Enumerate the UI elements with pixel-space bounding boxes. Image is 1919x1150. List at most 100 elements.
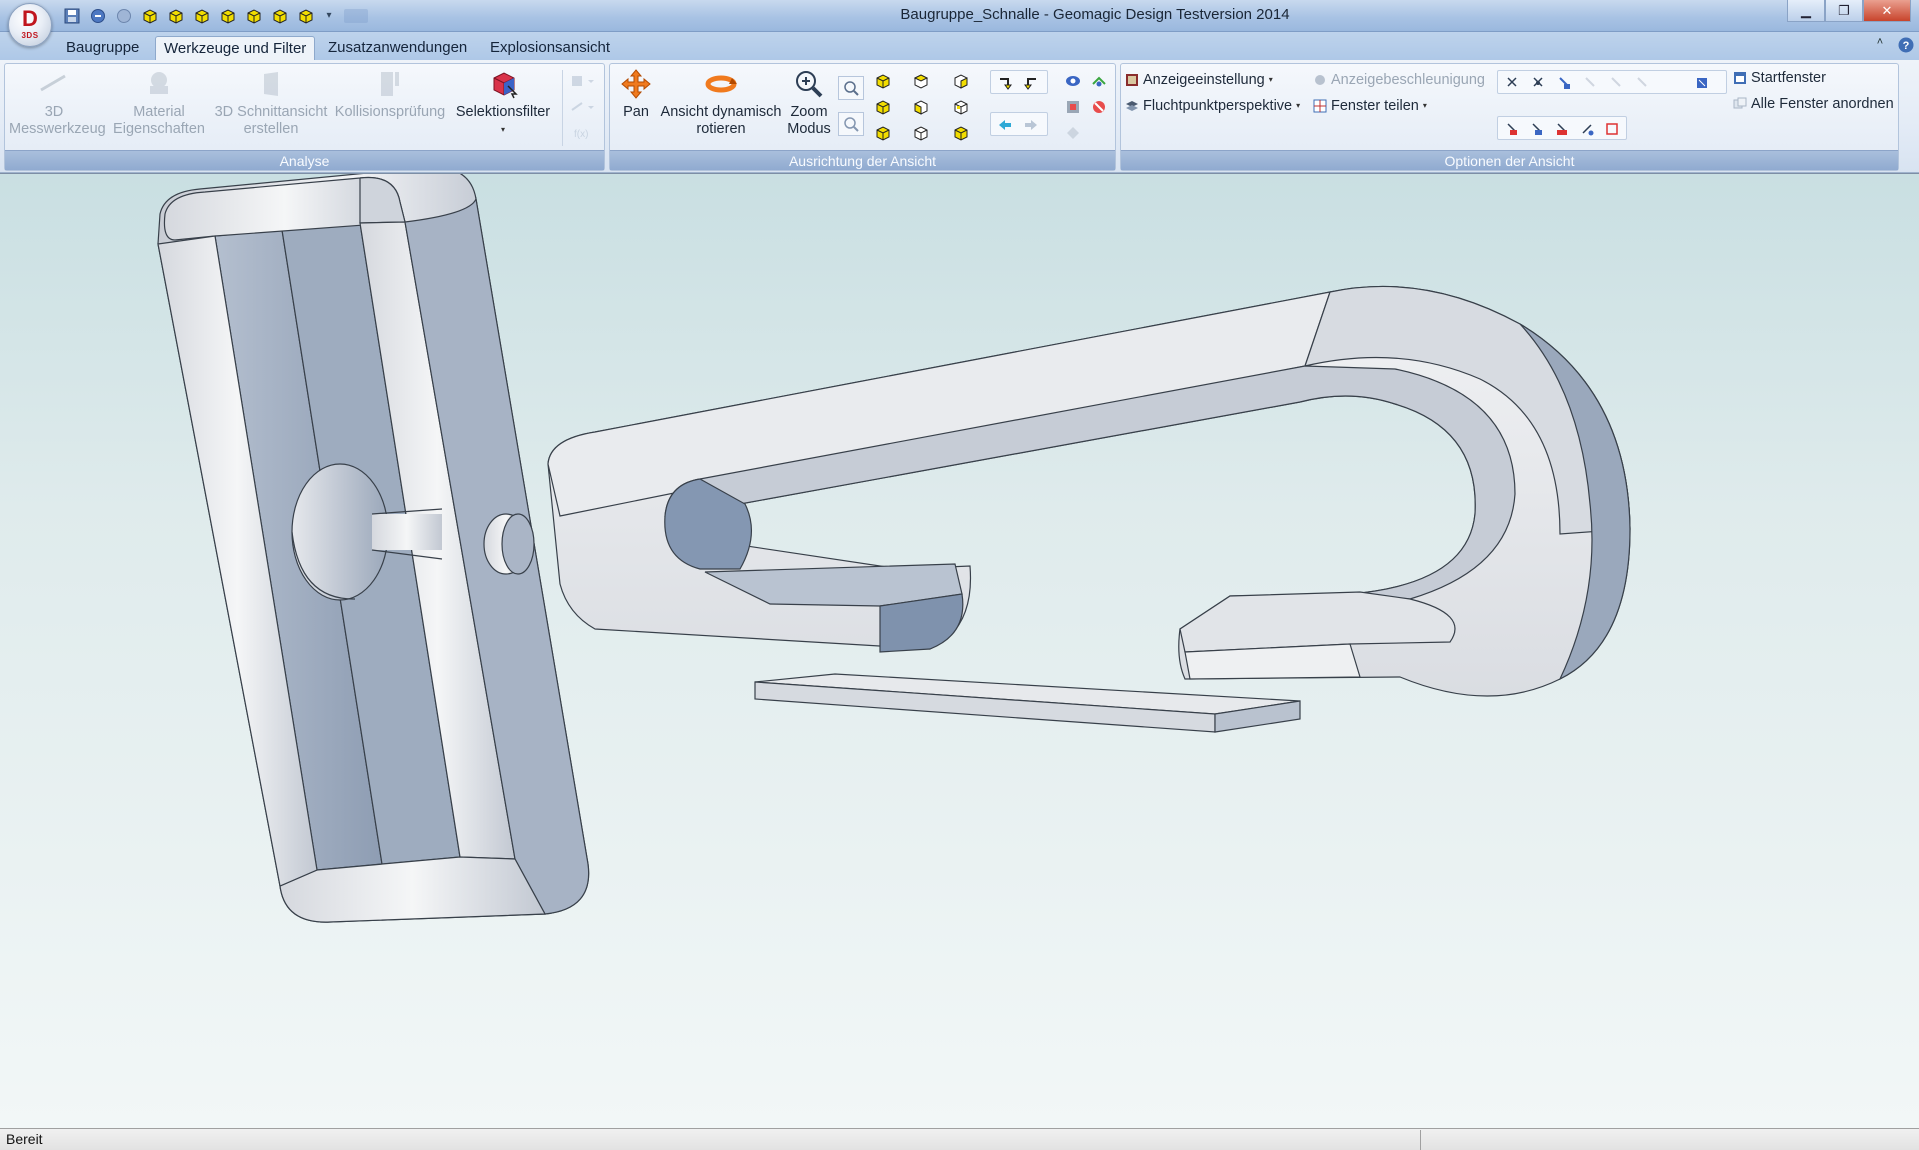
cursor-disabled-icon-2[interactable] — [1605, 72, 1627, 94]
app-logo-letter: D — [22, 6, 38, 31]
rotate-left-icon[interactable] — [994, 72, 1016, 94]
rotate-label-2: rotieren — [696, 121, 746, 137]
pan-label: Pan — [623, 104, 649, 120]
measure-icon — [40, 74, 66, 92]
acceleration-label: Anzeigebeschleunigung — [1331, 72, 1485, 88]
start-window-button[interactable]: Startfenster — [1733, 68, 1826, 88]
view-cube-icon[interactable] — [140, 6, 160, 26]
selection-filter-dropdown[interactable]: ▾ — [451, 121, 555, 138]
dynamic-rotate-button[interactable]: Ansicht dynamisch rotieren — [656, 66, 786, 150]
split-window-button[interactable]: Fenster teilen ▾ — [1313, 96, 1427, 116]
qat-more-dropdown[interactable]: ▾ — [322, 6, 336, 26]
blue-tool-icon[interactable] — [1526, 118, 1547, 140]
view-cube-icon[interactable] — [218, 6, 238, 26]
filter-small-icon-3[interactable]: f(x) — [567, 122, 599, 144]
show-hide-icon[interactable] — [1062, 70, 1084, 92]
ribbon-minimize-button[interactable]: ˄ — [1872, 36, 1888, 52]
zoom-window-icon[interactable] — [838, 76, 864, 100]
selection-filter-button[interactable]: Selektionsfilter ▾ — [451, 66, 555, 150]
perspective-label: Fluchtpunktperspektive — [1143, 98, 1293, 114]
window-controls: ▁ ❐ ✕ — [1787, 0, 1911, 22]
cursor-disabled-icon-3[interactable] — [1631, 72, 1653, 94]
arrange-windows-icon — [1733, 97, 1747, 109]
view-trimetric-icon[interactable] — [950, 122, 972, 144]
view-right-icon[interactable] — [950, 70, 972, 92]
perspective-button[interactable]: Fluchtpunktperspektive ▾ — [1125, 96, 1300, 116]
3d-scene[interactable] — [0, 174, 1919, 1129]
application-menu-button[interactable]: D 3DS — [8, 3, 52, 47]
display-settings-icon — [1126, 74, 1138, 86]
group-label-analyse: Analyse — [5, 150, 604, 170]
buckle-clip-part[interactable] — [547, 285, 1631, 697]
status-text: Bereit — [6, 1131, 43, 1147]
blue-cursor-icon[interactable] — [1553, 72, 1575, 94]
redo-icon[interactable] — [114, 6, 134, 26]
measure-label-1: 3D — [44, 104, 64, 120]
3d-viewport[interactable] — [0, 173, 1919, 1128]
view-iso-icon[interactable] — [872, 122, 894, 144]
display-settings-button[interactable]: Anzeigeeinstellung ▾ — [1125, 70, 1273, 90]
close-button[interactable]: ✕ — [1863, 0, 1911, 22]
measure-tool-button[interactable]: 3D Messwerkzeug — [9, 66, 106, 150]
next-view-icon[interactable] — [1020, 114, 1042, 136]
red-tool-icon-2[interactable] — [1551, 118, 1572, 140]
zoom-mode-button[interactable]: Zoom Modus — [784, 66, 834, 150]
buckle-frame-part[interactable] — [157, 174, 590, 923]
section-view-button[interactable]: 3D Schnittansicht erstellen — [211, 66, 331, 150]
section-view-label-2: erstellen — [243, 121, 299, 137]
view-cube-icon[interactable] — [270, 6, 290, 26]
zoom-fit-icon[interactable] — [838, 112, 864, 136]
cursor-disabled-icon-1[interactable] — [1579, 72, 1601, 94]
separator — [562, 70, 563, 146]
group-analyse: 3D Messwerkzeug Material Eigenschaften 3… — [4, 63, 605, 171]
rotate-arrows-strip — [990, 70, 1048, 94]
filter-small-icon-2[interactable] — [567, 96, 599, 118]
view-cube-icon[interactable] — [244, 6, 264, 26]
tab-baugruppe[interactable]: Baugruppe — [58, 36, 147, 60]
view-dimetric-icon[interactable] — [910, 122, 932, 144]
pan-button[interactable]: Pan — [614, 66, 658, 150]
group-label-ausrichtung: Ausrichtung der Ansicht — [610, 150, 1115, 170]
display-acceleration-button[interactable]: Anzeigebeschleunigung — [1313, 70, 1485, 90]
view-options-strip-2 — [1497, 116, 1627, 140]
material-properties-button[interactable]: Material Eigenschaften — [109, 66, 209, 150]
layers-icon[interactable] — [1062, 96, 1084, 118]
tab-werkzeuge-und-filter[interactable]: Werkzeuge und Filter — [155, 36, 316, 60]
split-window-label: Fenster teilen — [1331, 98, 1419, 114]
view-bottom-icon[interactable] — [910, 96, 932, 118]
red-tool-icon-3[interactable] — [1602, 118, 1623, 140]
view-top-icon[interactable] — [910, 70, 932, 92]
flat-bar-part[interactable] — [754, 673, 1301, 733]
visibility-green-icon[interactable] — [1088, 70, 1110, 92]
rotate-right-icon[interactable] — [1020, 72, 1042, 94]
view-cube-icon[interactable] — [296, 6, 316, 26]
group-ausrichtung-der-ansicht: Pan Ansicht dynamisch rotieren Zoom Modu… — [609, 63, 1116, 171]
cursor-icon[interactable] — [1501, 72, 1523, 94]
save-icon[interactable] — [62, 6, 82, 26]
assembly-blue-icon[interactable] — [1691, 72, 1713, 94]
collision-label: Kollisionsprüfung — [334, 104, 446, 120]
minimize-button[interactable]: ▁ — [1787, 0, 1825, 22]
view-back-icon[interactable] — [872, 96, 894, 118]
collision-check-button[interactable]: Kollisionsprüfung — [331, 66, 449, 150]
undo-icon[interactable] — [88, 6, 108, 26]
tab-explosionsansicht[interactable]: Explosionsansicht — [482, 36, 618, 60]
dark-tool-icon[interactable] — [1577, 118, 1598, 140]
perspective-dropdown: ▾ — [1296, 101, 1301, 110]
maximize-button[interactable]: ❐ — [1825, 0, 1863, 22]
ribbon-tab-bar: Baugruppe Werkzeuge und Filter Zusatzanw… — [0, 32, 1919, 60]
view-cube-icon[interactable] — [192, 6, 212, 26]
cursor-alt-icon[interactable] — [1527, 72, 1549, 94]
tab-zusatzanwendungen[interactable]: Zusatzanwendungen — [320, 36, 475, 60]
tag-disabled-icon[interactable] — [1062, 122, 1084, 144]
view-left-icon[interactable] — [950, 96, 972, 118]
filter-small-icon-1[interactable] — [567, 70, 599, 92]
view-cube-icon[interactable] — [166, 6, 186, 26]
red-tool-icon-1[interactable] — [1501, 118, 1522, 140]
arrange-windows-button[interactable]: Alle Fenster anordnen — [1733, 94, 1894, 114]
previous-view-icon[interactable] — [994, 114, 1016, 136]
help-icon[interactable]: ? — [1897, 36, 1915, 54]
hide-red-icon[interactable] — [1088, 96, 1110, 118]
material-icon — [150, 72, 168, 94]
view-front-icon[interactable] — [872, 70, 894, 92]
